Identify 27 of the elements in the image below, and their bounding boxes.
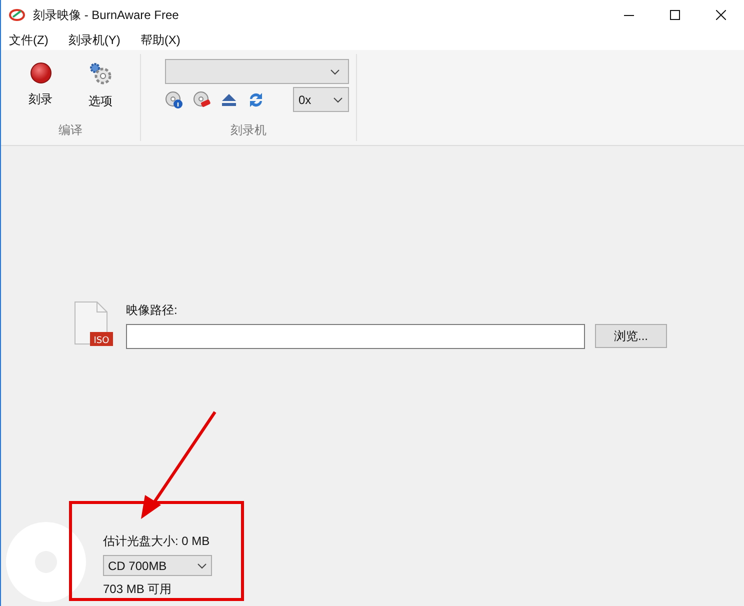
- menu-item[interactable]: 帮助(X): [140, 34, 180, 46]
- close-icon: [716, 10, 726, 20]
- record-icon: [30, 62, 52, 84]
- eject-icon[interactable]: [220, 92, 236, 106]
- image-path-label: 映像路径:: [126, 302, 178, 319]
- group-label: 编译: [58, 122, 82, 139]
- menu-item[interactable]: 文件(Z): [9, 34, 48, 46]
- minimize-icon: [624, 14, 634, 16]
- image-path-field[interactable]: [126, 324, 585, 349]
- browse-button[interactable]: 浏览...: [595, 324, 667, 348]
- window-title: 刻录映像 - BurnAware Free: [33, 7, 179, 24]
- disc-type-dropdown[interactable]: CD 700MB: [103, 555, 212, 576]
- disc-erase-icon[interactable]: [192, 90, 210, 108]
- free-space-text: 703 MB 可用: [103, 581, 173, 598]
- options-button[interactable]: 选项: [78, 58, 122, 110]
- disc-size-estimate: 估计光盘大小: 0 MB: [103, 533, 211, 550]
- gears-icon: [88, 62, 114, 86]
- group-label: 刻录机: [230, 122, 266, 139]
- menu-item[interactable]: 刻录机(Y): [68, 34, 120, 46]
- chevron-down-icon: [197, 562, 207, 568]
- burn-button[interactable]: 刻录: [18, 58, 62, 110]
- app-icon: [9, 8, 25, 22]
- chevron-down-icon: [330, 68, 340, 74]
- maximize-icon: [670, 10, 680, 20]
- disc-info-icon[interactable]: [164, 90, 182, 108]
- chevron-down-icon: [332, 96, 342, 102]
- speed-dropdown[interactable]: 0x: [292, 87, 348, 112]
